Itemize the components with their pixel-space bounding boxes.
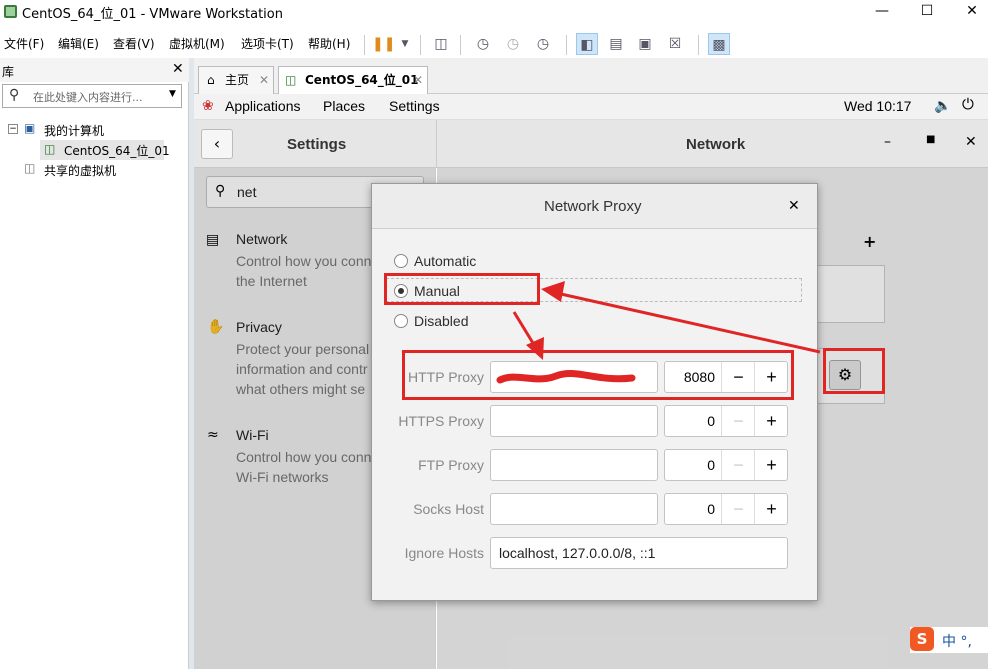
ime-label: 中 °,: [942, 634, 972, 650]
ime-toolbar[interactable]: S 中 °,: [910, 627, 988, 653]
sogou-icon: S: [910, 627, 934, 651]
annotation-arrows: [512, 281, 821, 360]
